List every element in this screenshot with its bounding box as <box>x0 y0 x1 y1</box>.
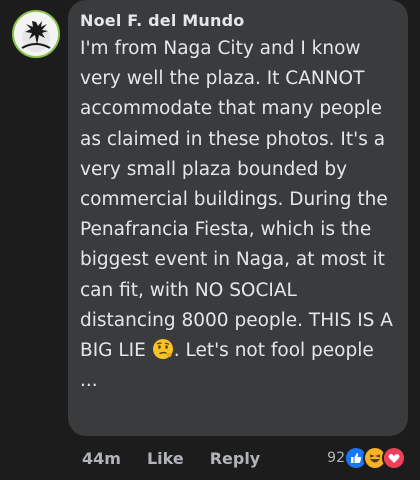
avatar-silhouette-icon <box>14 12 58 56</box>
reaction-summary[interactable]: 92 <box>327 446 406 470</box>
comment-text: I'm from Naga City and I know very well … <box>80 38 393 392</box>
comment-bubble: Noel F. del Mundo I'm from Naga City and… <box>68 0 408 436</box>
comment-timestamp[interactable]: 44m <box>82 449 121 468</box>
reaction-count: 92 <box>327 450 345 466</box>
love-reaction-icon <box>382 446 406 470</box>
comment-author-name[interactable]: Noel F. del Mundo <box>80 10 396 32</box>
thinking-face-emoji-icon <box>152 338 174 360</box>
comment-actions: 44m Like Reply <box>82 446 286 470</box>
comment-body: I'm from Naga City and I know very well … <box>80 38 393 362</box>
reply-button[interactable]: Reply <box>210 449 261 468</box>
like-button[interactable]: Like <box>147 449 184 468</box>
author-avatar[interactable] <box>12 10 60 58</box>
